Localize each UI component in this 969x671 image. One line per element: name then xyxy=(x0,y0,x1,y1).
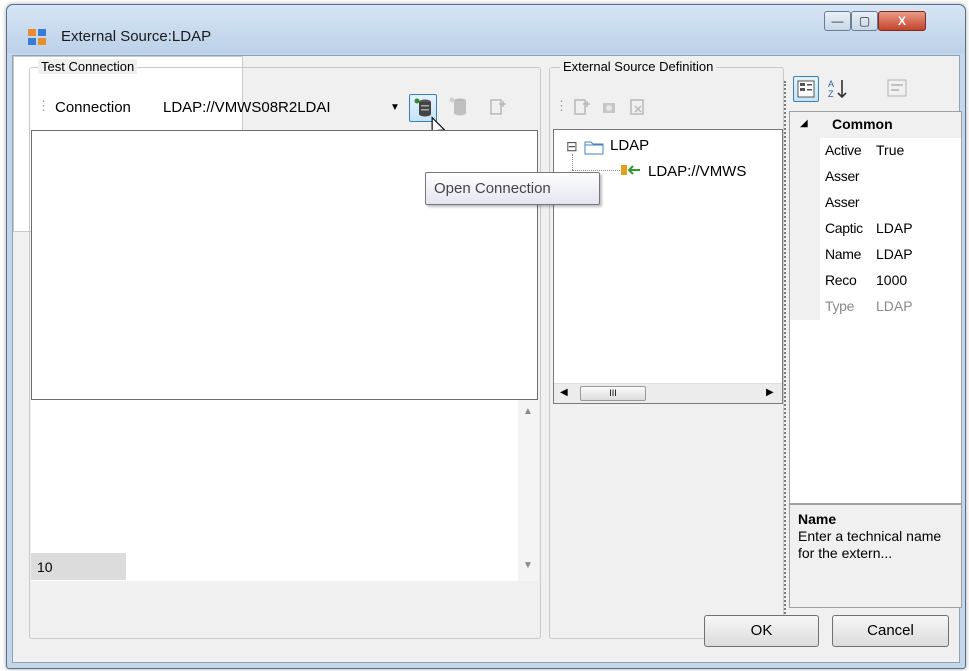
property-description: Name Enter a technical name for the exte… xyxy=(789,504,962,608)
tooltip: Open Connection xyxy=(425,172,600,205)
connection-value: LDAP://VMWS08R2LDAI xyxy=(163,99,331,116)
connection-select[interactable]: LDAP://VMWS08R2LDAI ▼ xyxy=(163,96,408,120)
property-value[interactable]: LDAP xyxy=(876,220,913,236)
results-detail-pane[interactable]: 10 ▲ ▼ xyxy=(31,400,538,581)
toolbar-grip-icon: ⋮ xyxy=(37,98,50,113)
property-value[interactable]: 1000 xyxy=(876,272,907,288)
settings-node-icon[interactable] xyxy=(601,98,619,116)
property-value[interactable]: LDAP xyxy=(876,246,913,262)
maximize-button[interactable]: ▢ xyxy=(851,11,878,31)
property-row[interactable]: Active True xyxy=(790,138,961,164)
row-gutter xyxy=(790,242,820,268)
results-grid[interactable] xyxy=(31,130,538,400)
description-text: Enter a technical name for the extern... xyxy=(798,528,942,561)
sort-alphabetical-icon[interactable]: AZ xyxy=(827,78,849,100)
property-name: Reco xyxy=(825,272,857,288)
chevron-down-icon: ▼ xyxy=(390,102,400,113)
row-gutter xyxy=(790,268,820,294)
property-name: Asser xyxy=(825,168,860,184)
scroll-thumb[interactable]: III xyxy=(580,386,646,401)
property-name: Name xyxy=(825,246,862,262)
property-pages-icon[interactable] xyxy=(887,79,907,97)
horizontal-scrollbar[interactable]: ◀ III ▶ xyxy=(554,383,782,403)
property-row[interactable]: Asser xyxy=(790,164,961,190)
minimize-button[interactable]: — xyxy=(824,11,851,31)
row-gutter xyxy=(790,216,820,242)
category-row[interactable]: ◢ Common xyxy=(790,112,961,138)
property-value[interactable]: True xyxy=(876,142,904,158)
database-icon xyxy=(414,98,431,117)
external-source-definition-label: External Source Definition xyxy=(560,59,717,74)
categorized-view-button[interactable] xyxy=(793,76,819,102)
dialog-client: Test Connection ⋮ Connection LDAP://VMWS… xyxy=(12,55,962,663)
delete-node-icon[interactable] xyxy=(629,98,647,116)
export-icon[interactable] xyxy=(489,98,507,116)
app-icon xyxy=(28,29,46,45)
property-name: Type xyxy=(825,298,855,314)
property-row[interactable]: Reco 1000 xyxy=(790,268,961,294)
tree-node-ldap[interactable]: LDAP xyxy=(610,137,649,154)
property-row[interactable]: Captic LDAP xyxy=(790,216,961,242)
connection-label: Connection xyxy=(55,99,131,116)
add-node-icon[interactable] xyxy=(573,98,591,116)
categorized-icon xyxy=(797,80,815,98)
tree-node-connection[interactable]: LDAP://VMWS xyxy=(648,163,782,180)
splitter[interactable] xyxy=(784,81,788,641)
property-name: Active xyxy=(825,142,862,158)
tree-expander-icon[interactable]: ⊟ xyxy=(566,138,578,155)
property-row[interactable]: Name LDAP xyxy=(790,242,961,268)
row-gutter xyxy=(790,190,820,216)
folder-icon xyxy=(584,141,604,155)
description-title: Name xyxy=(798,511,837,527)
close-connection-icon[interactable] xyxy=(449,96,469,118)
property-row[interactable]: Asser xyxy=(790,190,961,216)
category-label: Common xyxy=(832,116,893,132)
title-bar[interactable]: External Source:LDAP — ▢ X xyxy=(7,5,965,53)
source-tree[interactable]: ⊟ LDAP LDAP://VMWS ◀ III ▶ xyxy=(553,129,783,404)
svg-text:Z: Z xyxy=(828,89,834,99)
row-gutter xyxy=(790,164,820,190)
maximize-icon: ▢ xyxy=(858,14,871,28)
connection-icon xyxy=(621,165,640,175)
vertical-scrollbar[interactable]: ▲ ▼ xyxy=(518,400,538,581)
scroll-down-icon: ▼ xyxy=(523,560,533,571)
cancel-button[interactable]: Cancel xyxy=(832,615,949,647)
property-value[interactable]: LDAP xyxy=(876,298,913,314)
row-gutter xyxy=(790,138,820,164)
close-button[interactable]: X xyxy=(878,11,926,31)
row-gutter xyxy=(790,294,820,320)
dialog-window: External Source:LDAP — ▢ X Test Connecti… xyxy=(6,4,966,669)
window-title: External Source:LDAP xyxy=(61,28,212,45)
minimize-icon: — xyxy=(831,14,844,28)
scroll-up-icon: ▲ xyxy=(523,406,533,417)
row-count: 10 xyxy=(31,553,126,580)
collapse-icon[interactable]: ◢ xyxy=(800,118,808,129)
property-name: Captic xyxy=(825,220,863,236)
property-grid[interactable]: ◢ Common Active True Asser Asser Captic LDAP N… xyxy=(789,111,962,504)
scroll-right-icon: ▶ xyxy=(766,387,774,398)
toolbar-grip-icon: ⋮ xyxy=(555,98,568,113)
test-connection-label: Test Connection xyxy=(38,59,138,74)
svg-text:A: A xyxy=(828,79,834,89)
property-name: Asser xyxy=(825,194,860,210)
close-icon: X xyxy=(897,14,906,28)
property-row[interactable]: Type LDAP xyxy=(790,294,961,320)
ok-button[interactable]: OK xyxy=(704,615,819,647)
property-grid-panel: AZ ◢ Common Active True Asser Asser Captic LD… xyxy=(789,72,964,640)
scroll-left-icon: ◀ xyxy=(560,387,568,398)
